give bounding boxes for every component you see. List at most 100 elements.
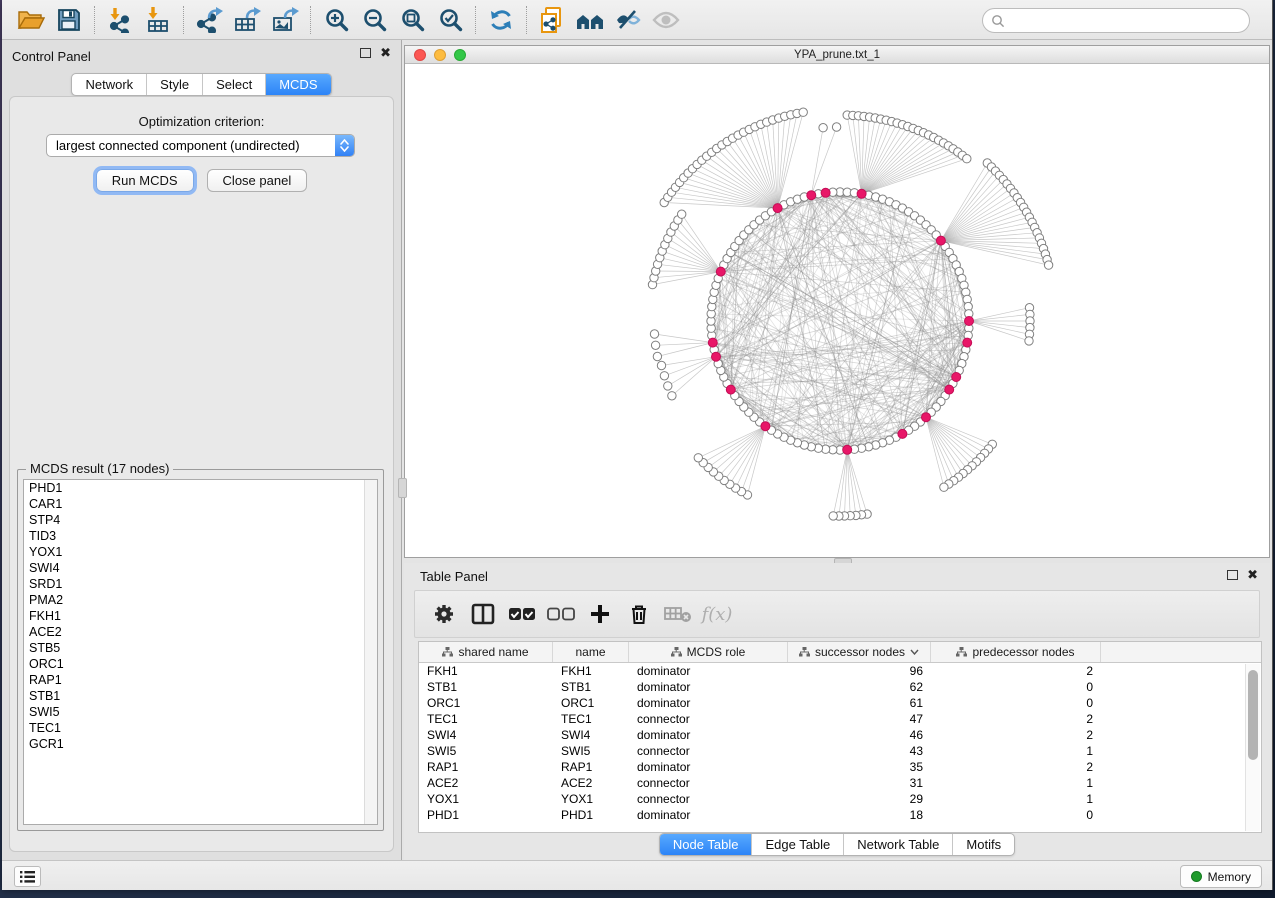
table-row[interactable]: TEC1TEC1connector472 (419, 711, 1261, 727)
first-neighbors-button[interactable] (571, 4, 609, 36)
splitter-handle-vertical[interactable] (398, 478, 407, 498)
table-row[interactable]: RAP1RAP1dominator352 (419, 759, 1261, 775)
export-network-button[interactable] (190, 4, 228, 36)
table-scrollbar-thumb[interactable] (1248, 670, 1258, 760)
mcds-result-item[interactable]: SWI4 (24, 560, 377, 576)
zoom-fit-button[interactable] (393, 4, 431, 36)
table-cell: 31 (788, 775, 931, 791)
search-input[interactable] (1005, 11, 1249, 31)
zoom-out-button[interactable] (355, 4, 393, 36)
network-canvas[interactable] (405, 64, 1269, 557)
mcds-result-item[interactable]: STB5 (24, 640, 377, 656)
column-type-icon (956, 647, 967, 657)
export-image-button[interactable] (266, 4, 304, 36)
mcds-result-item[interactable]: ACE2 (24, 624, 377, 640)
table-cell: 0 (931, 807, 1101, 823)
import-table-button[interactable] (139, 4, 177, 36)
tab-mcds[interactable]: MCDS (266, 74, 330, 95)
add-row-button[interactable] (585, 597, 615, 631)
close-panel-button[interactable]: Close panel (207, 169, 308, 192)
toolbar-separator (475, 6, 476, 34)
criterion-select[interactable]: largest connected component (undirected) (46, 134, 355, 157)
import-network-icon (107, 7, 133, 33)
mcds-list-scrollbar[interactable] (364, 480, 377, 824)
run-mcds-button[interactable]: Run MCDS (96, 169, 194, 192)
mcds-result-item[interactable]: STP4 (24, 512, 377, 528)
column-header-predecessor-nodes[interactable]: predecessor nodes (931, 642, 1101, 662)
mcds-result-item[interactable]: PHD1 (24, 480, 377, 496)
table-tab-edge-table[interactable]: Edge Table (752, 834, 844, 855)
show-all-icon (652, 10, 680, 30)
minimize-window-icon[interactable] (434, 49, 446, 61)
float-panel-icon[interactable] (360, 48, 371, 58)
search-box[interactable] (982, 8, 1250, 33)
mcds-panel: Optimization criterion: largest connecte… (9, 96, 394, 852)
mcds-result-item[interactable]: RAP1 (24, 672, 377, 688)
mcds-result-item[interactable]: TID3 (24, 528, 377, 544)
network-titlebar[interactable]: YPA_prune.txt_1 (405, 46, 1269, 64)
tab-select[interactable]: Select (203, 74, 266, 95)
toolbar-separator (526, 6, 527, 34)
mcds-result-item[interactable]: ORC1 (24, 656, 377, 672)
table-tabs: Node TableEdge TableNetwork TableMotifs (404, 833, 1270, 856)
deselect-all-button[interactable] (546, 597, 576, 631)
delete-row-button[interactable] (624, 597, 654, 631)
import-network-button[interactable] (101, 4, 139, 36)
hide-selected-button[interactable] (609, 4, 647, 36)
table-tab-node-table[interactable]: Node Table (660, 834, 753, 855)
network-graph[interactable] (405, 64, 1269, 557)
table-row[interactable]: ORC1ORC1dominator610 (419, 695, 1261, 711)
gear-button[interactable] (429, 597, 459, 631)
export-image-icon (271, 7, 299, 33)
table-row[interactable]: SWI5SWI5connector431 (419, 743, 1261, 759)
share-network-button[interactable] (533, 4, 571, 36)
table-tab-network-table[interactable]: Network Table (844, 834, 953, 855)
table-scrollbar[interactable] (1245, 664, 1260, 831)
close-table-panel-icon[interactable]: ✖ (1247, 570, 1258, 580)
table-cell: 29 (788, 791, 931, 807)
table-cell: FKH1 (419, 663, 553, 679)
table-tab-motifs[interactable]: Motifs (953, 834, 1014, 855)
optimization-criterion-label: Optimization criterion: (10, 114, 393, 129)
mcds-result-item[interactable]: GCR1 (24, 736, 377, 752)
zoom-in-button[interactable] (317, 4, 355, 36)
mcds-result-item[interactable]: YOX1 (24, 544, 377, 560)
select-all-button[interactable] (507, 597, 537, 631)
open-session-button[interactable] (12, 4, 50, 36)
tab-network[interactable]: Network (72, 74, 147, 95)
table-cell: ACE2 (553, 775, 629, 791)
apply-layout-button[interactable] (482, 4, 520, 36)
maximize-window-icon[interactable] (454, 49, 466, 61)
mcds-result-item[interactable]: CAR1 (24, 496, 377, 512)
table-row[interactable]: PHD1PHD1dominator180 (419, 807, 1261, 823)
export-table-button[interactable] (228, 4, 266, 36)
mcds-result-item[interactable]: FKH1 (24, 608, 377, 624)
column-header-successor-nodes[interactable]: successor nodes (788, 642, 931, 662)
task-history-button[interactable] (14, 866, 41, 887)
table-row[interactable]: SWI4SWI4dominator462 (419, 727, 1261, 743)
column-header-MCDS-role[interactable]: MCDS role (629, 642, 788, 662)
mcds-result-item[interactable]: PMA2 (24, 592, 377, 608)
node-table-header: shared namenameMCDS rolesuccessor nodesp… (419, 642, 1261, 663)
mcds-result-item[interactable]: SWI5 (24, 704, 377, 720)
column-header-shared-name[interactable]: shared name (419, 642, 553, 662)
sort-desc-icon (910, 649, 919, 655)
memory-button[interactable]: Memory (1180, 865, 1262, 888)
table-row[interactable]: STB1STB1dominator620 (419, 679, 1261, 695)
mcds-result-item[interactable]: TEC1 (24, 720, 377, 736)
mcds-result-item[interactable]: STB1 (24, 688, 377, 704)
column-header-name[interactable]: name (553, 642, 629, 662)
table-row[interactable]: FKH1FKH1dominator962 (419, 663, 1261, 679)
close-panel-icon[interactable]: ✖ (380, 48, 391, 58)
zoom-selected-button[interactable] (431, 4, 469, 36)
save-session-button[interactable] (50, 4, 88, 36)
table-row[interactable]: YOX1YOX1connector291 (419, 791, 1261, 807)
close-window-icon[interactable] (414, 49, 426, 61)
mcds-result-list[interactable]: PHD1CAR1STP4TID3YOX1SWI4SRD1PMA2FKH1ACE2… (23, 479, 378, 825)
float-table-panel-icon[interactable] (1227, 570, 1238, 580)
columns-button[interactable] (468, 597, 498, 631)
mcds-result-item[interactable]: SRD1 (24, 576, 377, 592)
table-row[interactable]: ACE2ACE2connector311 (419, 775, 1261, 791)
show-all-button[interactable] (647, 4, 685, 36)
tab-style[interactable]: Style (147, 74, 203, 95)
